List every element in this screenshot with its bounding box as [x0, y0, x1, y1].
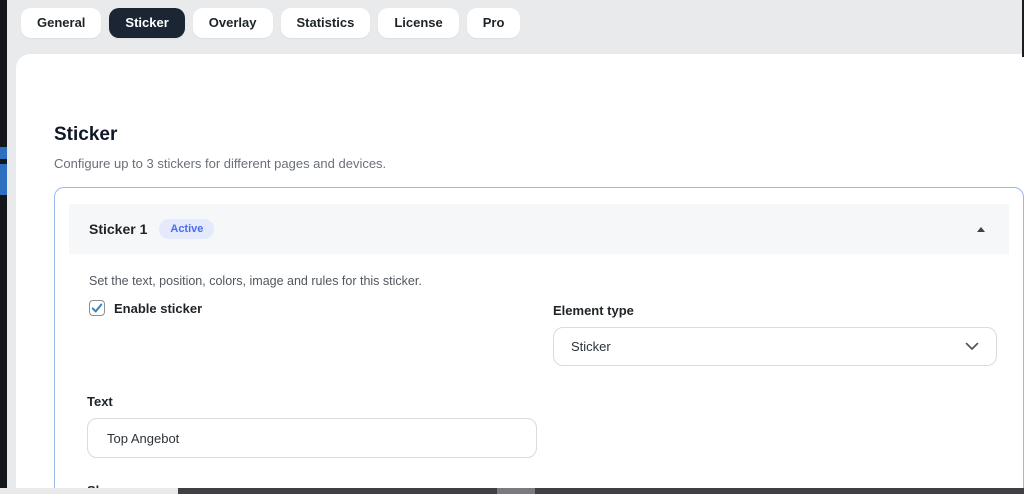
element-type-select[interactable]: Sticker [553, 327, 997, 366]
element-type-field: Element type Sticker [553, 303, 997, 366]
chevron-down-icon [965, 342, 979, 350]
enable-sticker-row: Enable sticker [89, 300, 202, 316]
status-badge: Active [159, 219, 215, 239]
admin-sidebar-edge [0, 0, 7, 494]
sticker-card-header[interactable]: Sticker 1 Active [69, 204, 1009, 254]
text-field: Text [87, 394, 537, 458]
page-subtitle: Configure up to 3 stickers for different… [54, 156, 387, 171]
sidebar-edge-accent [0, 147, 7, 159]
tab-overlay[interactable]: Overlay [192, 8, 273, 38]
tab-license[interactable]: License [378, 8, 459, 38]
tab-general[interactable]: General [21, 8, 102, 38]
enable-sticker-label[interactable]: Enable sticker [114, 301, 202, 316]
horizontal-scrollbar-thumb[interactable] [497, 488, 535, 494]
tab-bar: General Sticker Overlay Statistics Licen… [21, 8, 521, 38]
element-type-value: Sticker [571, 339, 611, 354]
sticker-card: Sticker 1 Active Set the text, position,… [54, 187, 1024, 494]
page-title: Sticker [54, 124, 118, 145]
enable-sticker-checkbox[interactable] [89, 300, 105, 316]
tab-sticker[interactable]: Sticker [109, 8, 185, 38]
horizontal-scrollbar-gutter [0, 488, 178, 494]
horizontal-scrollbar-track[interactable] [178, 488, 1024, 494]
sticker-card-title: Sticker 1 [89, 221, 148, 237]
sticker-card-description: Set the text, position, colors, image an… [89, 274, 422, 288]
content-panel: Sticker Configure up to 3 stickers for d… [16, 54, 1024, 494]
triangle-up-icon[interactable] [977, 226, 985, 232]
tab-pro[interactable]: Pro [466, 8, 521, 38]
sidebar-edge-accent [0, 164, 7, 195]
tab-statistics[interactable]: Statistics [280, 8, 371, 38]
text-label: Text [87, 394, 113, 409]
sticker-settings-screen: Sticker Configure up to 3 stickers for d… [0, 0, 1024, 494]
element-type-label: Element type [553, 303, 634, 318]
check-icon [91, 303, 103, 313]
text-input[interactable] [87, 418, 537, 458]
